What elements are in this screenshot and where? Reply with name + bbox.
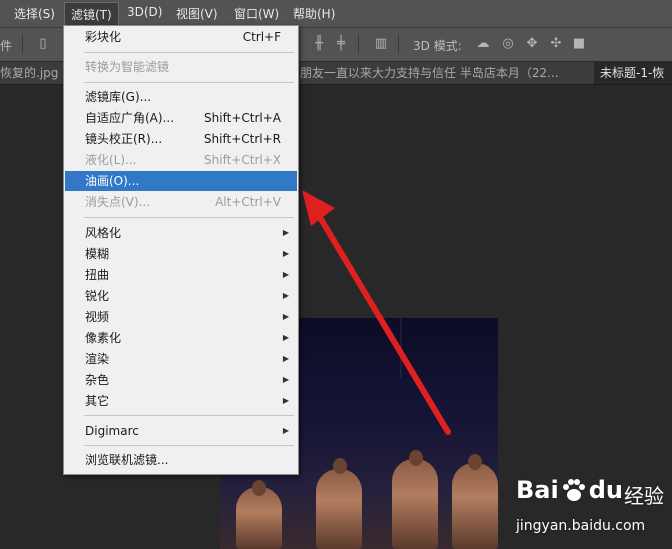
baidu-jingyan-watermark: Bai du 经验 jingyan.baidu.com	[516, 476, 666, 542]
menu-item-filter-gallery[interactable]: 滤镜库(G)...	[65, 87, 297, 107]
baidu-paw-icon	[563, 479, 585, 501]
menu-item-adaptive-wide[interactable]: 自适应广角(A)... Shift+Ctrl+A	[65, 108, 297, 128]
submenu-arrow-icon: ▶	[282, 312, 289, 321]
menu-item-vanishing-point[interactable]: 消失点(V)... Alt+Ctrl+V	[65, 192, 297, 212]
menu-item-convert-smart[interactable]: 转换为智能滤镜	[65, 57, 297, 77]
menu-item-render[interactable]: 渲染 ▶	[65, 349, 297, 369]
menu-divider	[84, 415, 294, 416]
menu-item-digimarc[interactable]: Digimarc ▶	[65, 421, 297, 441]
menu-item-sharpen[interactable]: 锐化 ▶	[65, 286, 297, 306]
menu-divider	[84, 82, 294, 83]
menu-item-lens-correction[interactable]: 镜头校正(R)... Shift+Ctrl+R	[65, 129, 297, 149]
menu-item-noise[interactable]: 杂色 ▶	[65, 370, 297, 390]
menu-divider	[84, 52, 294, 53]
menu-item-distort[interactable]: 扭曲 ▶	[65, 265, 297, 285]
menu-item-last-filter[interactable]: 彩块化 Ctrl+F	[65, 27, 297, 47]
menu-item-stylize[interactable]: 风格化 ▶	[65, 223, 297, 243]
menu-item-browse-online[interactable]: 浏览联机滤镜...	[65, 450, 297, 470]
submenu-arrow-icon: ▶	[282, 291, 289, 300]
submenu-arrow-icon: ▶	[282, 426, 289, 435]
menu-item-oil-paint[interactable]: 油画(O)...	[65, 171, 297, 191]
menu-item-video[interactable]: 视频 ▶	[65, 307, 297, 327]
submenu-arrow-icon: ▶	[282, 270, 289, 279]
menu-item-blur[interactable]: 模糊 ▶	[65, 244, 297, 264]
menu-divider	[84, 445, 294, 446]
submenu-arrow-icon: ▶	[282, 396, 289, 405]
submenu-arrow-icon: ▶	[282, 228, 289, 237]
submenu-arrow-icon: ▶	[282, 333, 289, 342]
menu-item-pixelate[interactable]: 像素化 ▶	[65, 328, 297, 348]
menu-item-liquify[interactable]: 液化(L)... Shift+Ctrl+X	[65, 150, 297, 170]
menu-divider	[84, 217, 294, 218]
submenu-arrow-icon: ▶	[282, 375, 289, 384]
watermark-url: jingyan.baidu.com	[516, 518, 646, 534]
filter-menu: 彩块化 Ctrl+F 转换为智能滤镜 滤镜库(G)... 自适应广角(A)... S…	[63, 25, 299, 475]
submenu-arrow-icon: ▶	[282, 354, 289, 363]
watermark-jingyan: 经验	[624, 484, 664, 508]
menu-item-other[interactable]: 其它 ▶	[65, 391, 297, 411]
submenu-arrow-icon: ▶	[282, 249, 289, 258]
